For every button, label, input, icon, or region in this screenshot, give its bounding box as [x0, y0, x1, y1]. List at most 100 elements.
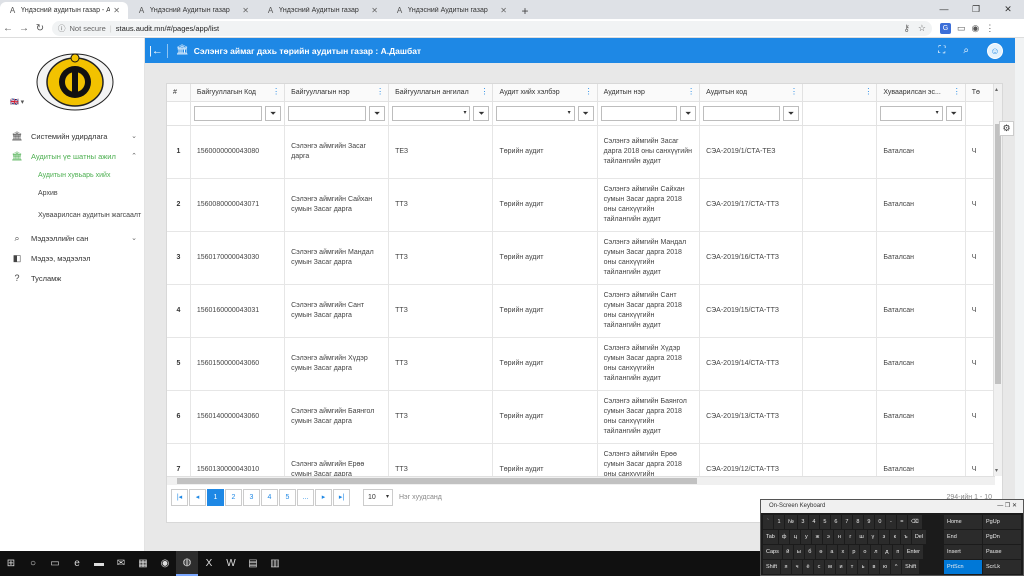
browser-tab[interactable]: A Үндэсний Аудитын газар ✕	[387, 2, 515, 19]
filter-icon[interactable]: ⏷	[680, 105, 697, 121]
keyboard-key[interactable]: 1	[774, 515, 784, 529]
keyboard-key[interactable]: Del	[911, 530, 927, 544]
reload-icon[interactable]: ↻	[32, 23, 48, 34]
filter-icon[interactable]: ⏷	[577, 105, 594, 121]
page-size-select[interactable]: 10 ▾	[363, 489, 393, 506]
firefox-icon[interactable]: ◉	[154, 551, 176, 576]
keyboard-key[interactable]: э	[823, 530, 834, 544]
scroll-down-icon[interactable]: ▾	[995, 467, 998, 474]
keyboard-key[interactable]: л	[870, 545, 881, 559]
gear-icon[interactable]: ⚙	[999, 121, 1014, 136]
filter-input[interactable]	[288, 105, 367, 121]
task-view-icon[interactable]: ▭	[44, 551, 66, 576]
collapse-sidebar-icon[interactable]: |←	[145, 45, 167, 57]
column-header[interactable]: Хуваарилсан эс... ⋮	[876, 84, 966, 102]
back-arrow-icon[interactable]: ←	[0, 23, 16, 34]
fullscreen-icon[interactable]: ⛶	[938, 45, 945, 56]
keyboard-key[interactable]: Insert	[944, 545, 982, 559]
table-row[interactable]: 7 1560130000043010 Сэлэнгэ аймгийн Ерөө су…	[167, 443, 995, 476]
sidebar-item-news[interactable]: ◧ Мэдээ, мэдээлэл	[0, 248, 145, 268]
keyboard-key[interactable]: я	[781, 560, 792, 574]
extension-icon[interactable]: G	[940, 22, 951, 34]
filter-input[interactable]	[703, 105, 780, 121]
search-icon[interactable]: ⌕	[963, 45, 969, 56]
column-menu-icon[interactable]: ⋮	[376, 87, 384, 96]
keyboard-key[interactable]: -	[885, 515, 896, 529]
keyboard-key[interactable]: ъ	[900, 530, 911, 544]
column-menu-icon[interactable]: ⋮	[480, 87, 488, 96]
keyboard-key[interactable]: ч	[792, 560, 803, 574]
keyboard-key[interactable]: о	[859, 545, 870, 559]
column-menu-icon[interactable]: ⋮	[953, 87, 961, 96]
column-header[interactable]: ⋮	[802, 84, 878, 102]
keyboard-key[interactable]: 4	[808, 515, 819, 529]
filter-input[interactable]: ▾	[880, 105, 943, 121]
column-header[interactable]: Аудит хийх хэлбэр ⋮	[492, 84, 598, 102]
keyboard-key[interactable]: PgDn	[983, 530, 1021, 544]
horizontal-scrollbar[interactable]	[167, 476, 995, 485]
close-icon[interactable]: ✕	[371, 6, 378, 15]
sidebar-item-database[interactable]: ⌕ Мэдээллийн сан ⌄	[0, 228, 145, 248]
column-header[interactable]: Байгууллагын ангилал ⋮	[388, 84, 494, 102]
search-icon[interactable]: ○	[22, 551, 44, 576]
filter-icon[interactable]: ⏷	[265, 105, 282, 121]
filter-icon[interactable]: ⏷	[473, 105, 490, 121]
keyboard-key[interactable]: Home	[944, 515, 982, 529]
keyboard-key[interactable]: 3	[797, 515, 808, 529]
sidebar-item-system[interactable]: 🏛 Системийн удирдлага ⌄	[0, 126, 145, 146]
page-button[interactable]: 5	[279, 489, 296, 506]
window-controls-icon[interactable]: — ❐ ✕	[997, 500, 1023, 513]
network-icon[interactable]: ▤	[242, 551, 264, 576]
page-button[interactable]: 3	[243, 489, 260, 506]
keyboard-key[interactable]: м	[825, 560, 836, 574]
close-icon[interactable]: ✕	[992, 0, 1024, 19]
keyboard-key[interactable]: ы	[793, 545, 804, 559]
table-row[interactable]: 1 1560000000043080 Сэлэнгэ аймгийн Засаг д…	[167, 125, 995, 179]
keyboard-key[interactable]: й	[782, 545, 793, 559]
first-page-button[interactable]: |◂	[171, 489, 188, 506]
keyboard-key[interactable]: ⌫	[907, 515, 922, 529]
keyboard-key[interactable]: 0	[874, 515, 885, 529]
sidebar-item-help[interactable]: ? Тусламж	[0, 268, 145, 288]
browser-tab[interactable]: A Үндэсний Аудитын газар ✕	[129, 2, 257, 19]
keyboard-key[interactable]: =	[896, 515, 907, 529]
minimize-icon[interactable]: —	[928, 0, 960, 19]
column-header[interactable]: #	[167, 84, 191, 102]
table-row[interactable]: 2 1560080000043071 Сэлэнгэ аймгийн Сайхан …	[167, 178, 995, 232]
keyboard-key[interactable]: г	[845, 530, 856, 544]
keyboard-key[interactable]: 5	[819, 515, 830, 529]
sidebar-item-audit-stages[interactable]: 🏛 Аудитын үе шатны ажил ⌃	[0, 146, 145, 166]
cast-icon[interactable]: ▭	[957, 23, 966, 34]
start-icon[interactable]: ⊞	[0, 551, 22, 576]
keyboard-key[interactable]: б	[804, 545, 815, 559]
column-menu-icon[interactable]: ⋮	[790, 87, 798, 96]
keyboard-key[interactable]: 9	[863, 515, 874, 529]
close-icon[interactable]: ✕	[242, 6, 249, 15]
keyboard-key[interactable]: PgUp	[983, 515, 1021, 529]
keyboard-key[interactable]: №	[785, 515, 797, 529]
excel-icon[interactable]: X	[198, 551, 220, 576]
keyboard-key[interactable]: ю	[880, 560, 891, 574]
notepad-icon[interactable]: ▥	[264, 551, 286, 576]
keyboard-key[interactable]: `	[763, 515, 773, 529]
keyboard-key[interactable]: Caps	[763, 545, 782, 559]
keyboard-key[interactable]: н	[834, 530, 845, 544]
page-button[interactable]: ...	[297, 489, 314, 506]
keyboard-key[interactable]: Tab	[763, 530, 778, 544]
table-row[interactable]: 3 1560170000043030 Сэлэнгэ аймгийн Мандал …	[167, 231, 995, 285]
column-header[interactable]: Аудитын нэр ⋮	[597, 84, 701, 102]
keyboard-key[interactable]: т	[847, 560, 858, 574]
prev-page-button[interactable]: ◂	[189, 489, 206, 506]
menu-icon[interactable]: ⋮	[985, 23, 994, 34]
page-button[interactable]: 4	[261, 489, 278, 506]
language-selector[interactable]: 🇬🇧 ▾	[10, 98, 24, 106]
mail-icon[interactable]: ✉	[110, 551, 132, 576]
keyboard-key[interactable]: 6	[830, 515, 841, 529]
profile-icon[interactable]: ◉	[972, 23, 980, 34]
filter-input[interactable]: ▾	[496, 105, 575, 121]
restore-icon[interactable]: ❐	[960, 0, 992, 19]
filter-input[interactable]: ▾	[392, 105, 471, 121]
column-header[interactable]: Тө	[965, 84, 995, 102]
keyboard-key[interactable]: ж	[812, 530, 823, 544]
keyboard-key[interactable]: ScrLk	[983, 560, 1021, 574]
